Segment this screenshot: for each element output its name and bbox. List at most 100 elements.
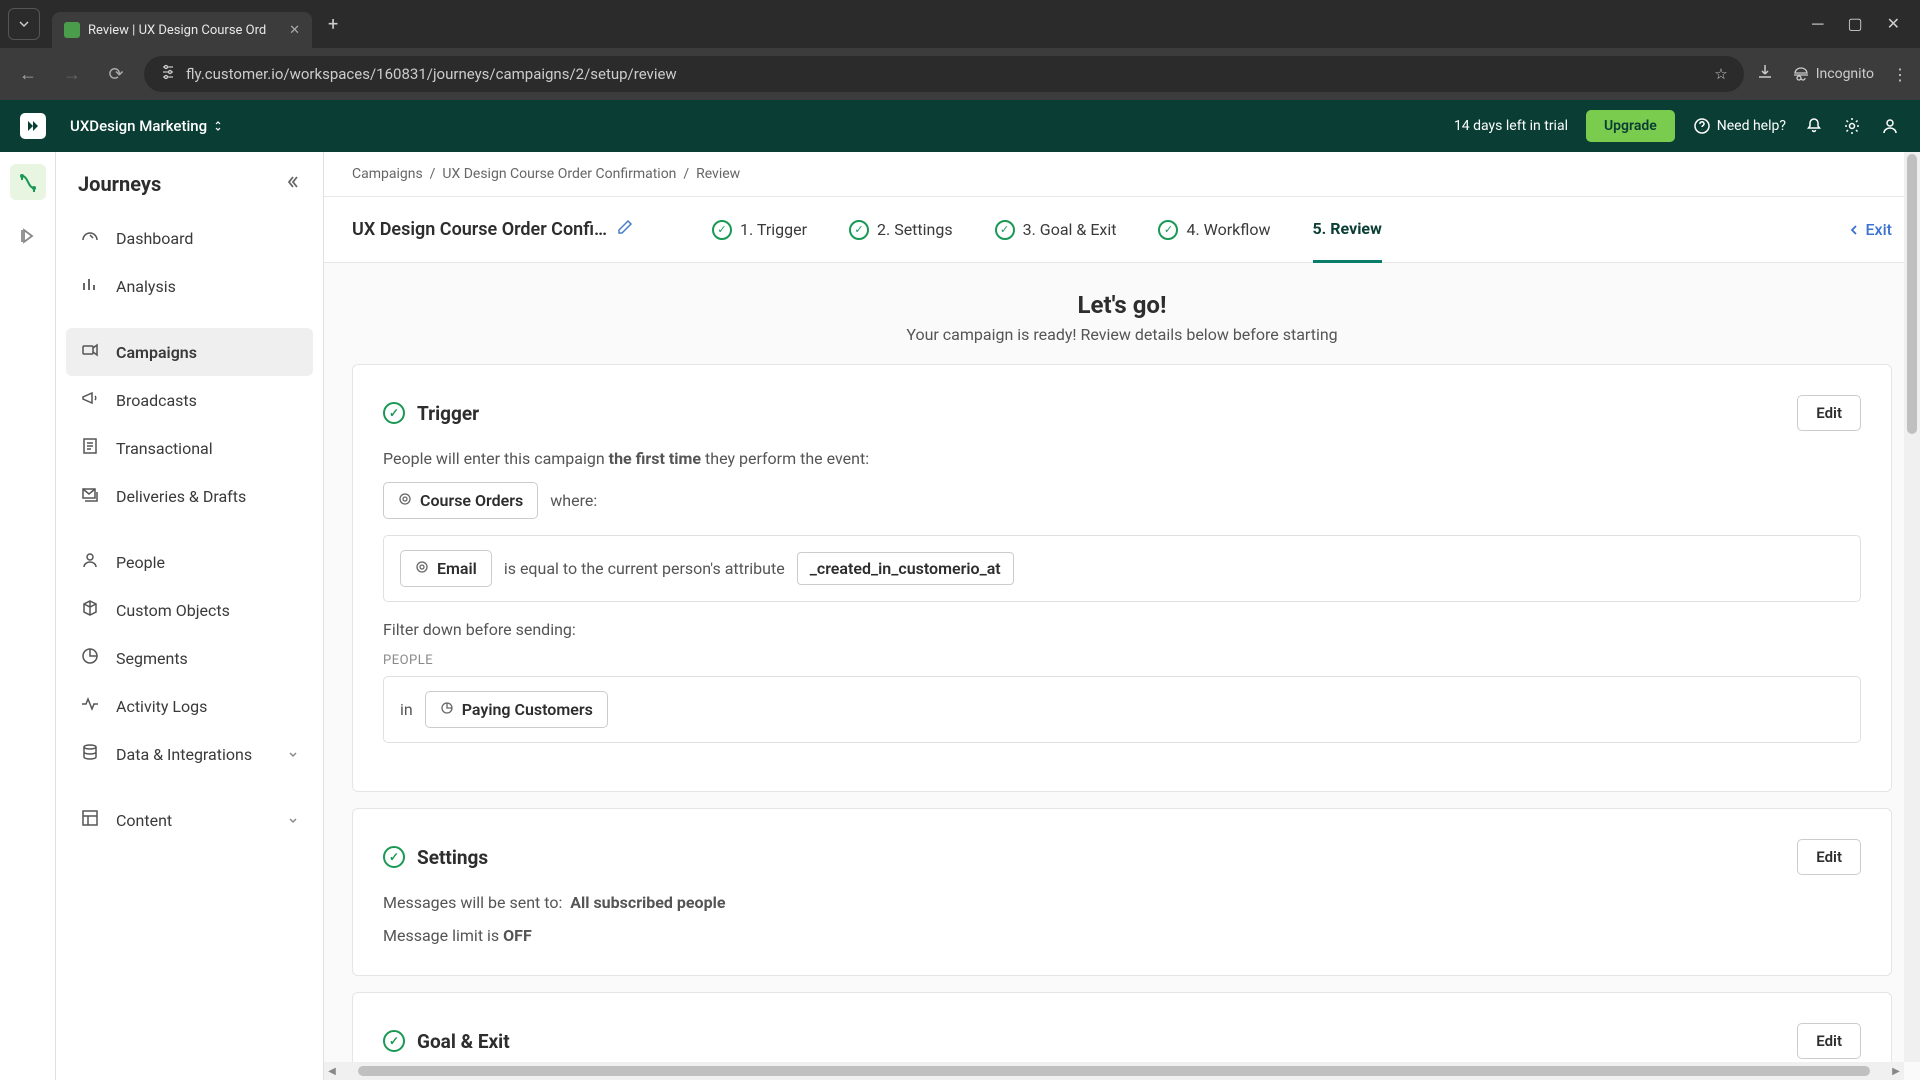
exit-label: Exit <box>1866 220 1893 239</box>
tab-search-dropdown[interactable] <box>8 8 40 40</box>
new-tab-button[interactable]: + <box>328 14 338 35</box>
step-review[interactable]: 5. Review <box>1313 197 1382 263</box>
trigger-description: People will enter this campaign the firs… <box>383 449 1861 468</box>
envelope-stack-icon <box>80 484 102 508</box>
profile-avatar-icon[interactable] <box>1880 116 1900 136</box>
database-icon <box>80 742 102 766</box>
rail-journeys-icon[interactable] <box>10 164 46 200</box>
settings-card: ✓ Settings Edit Messages will be sent to… <box>352 808 1892 976</box>
url-text: fly.customer.io/workspaces/160831/journe… <box>186 65 1704 83</box>
sidebar-item-data-integrations[interactable]: Data & Integrations <box>66 730 313 778</box>
sidebar-item-people[interactable]: People <box>66 538 313 586</box>
window-close-icon[interactable]: ✕ <box>1887 14 1900 34</box>
sidebar-collapse-icon[interactable] <box>283 173 301 195</box>
step-label: 5. Review <box>1313 219 1382 238</box>
hero-subtitle: Your campaign is ready! Review details b… <box>352 325 1892 344</box>
browser-toolbar: ← → ⟳ fly.customer.io/workspaces/160831/… <box>0 48 1920 100</box>
sidebar-item-content[interactable]: Content <box>66 796 313 844</box>
card-title-label: Trigger <box>417 402 479 425</box>
segment-icon <box>440 701 454 719</box>
sidebar-item-label: Data & Integrations <box>116 745 252 764</box>
attribute-chip-label: Email <box>437 559 477 578</box>
browser-menu-icon[interactable]: ⋮ <box>1892 65 1908 84</box>
segment-filter-box: in Paying Customers <box>383 676 1861 743</box>
pie-icon <box>80 646 102 670</box>
receipt-icon <box>80 436 102 460</box>
horizontal-scrollbar[interactable]: ◀ ▶ <box>324 1062 1904 1080</box>
rail-secondary-icon[interactable] <box>10 218 46 254</box>
sidebar-item-transactional[interactable]: Transactional <box>66 424 313 472</box>
browser-back-button[interactable]: ← <box>12 64 44 85</box>
site-settings-icon[interactable] <box>160 64 176 84</box>
sidebar-item-segments[interactable]: Segments <box>66 634 313 682</box>
check-circle-icon: ✓ <box>995 220 1015 240</box>
edit-goal-button[interactable]: Edit <box>1797 1023 1861 1059</box>
downloads-icon[interactable] <box>1756 63 1774 85</box>
trial-status: 14 days left in trial <box>1454 118 1568 134</box>
tab-title: Review | UX Design Course Ord <box>88 23 266 38</box>
sidebar-item-campaigns[interactable]: Campaigns <box>66 328 313 376</box>
condition-box: Email is equal to the current person's a… <box>383 535 1861 602</box>
browser-tab[interactable]: Review | UX Design Course Ord ✕ <box>52 12 312 48</box>
scroll-left-arrow[interactable]: ◀ <box>324 1066 340 1077</box>
workspace-switcher[interactable]: UXDesign Marketing <box>70 117 223 135</box>
app-logo[interactable] <box>20 113 46 139</box>
sidebar-item-broadcasts[interactable]: Broadcasts <box>66 376 313 424</box>
bars-icon <box>80 274 102 298</box>
tab-close-icon[interactable]: ✕ <box>289 23 300 38</box>
filter-label: Filter down before sending: <box>383 620 1861 639</box>
exit-link[interactable]: Exit <box>1848 220 1893 239</box>
pulse-icon <box>80 694 102 718</box>
bookmark-star-icon[interactable]: ☆ <box>1714 65 1727 83</box>
tab-favicon <box>64 22 80 38</box>
layout-icon <box>80 808 102 832</box>
campaign-title: UX Design Course Order Confi… <box>352 219 607 240</box>
edit-title-icon[interactable] <box>617 219 633 240</box>
target-icon <box>398 492 412 510</box>
edit-settings-button[interactable]: Edit <box>1797 839 1861 875</box>
person-icon <box>80 550 102 574</box>
settings-gear-icon[interactable] <box>1842 116 1862 136</box>
breadcrumb-campaigns[interactable]: Campaigns <box>352 166 423 182</box>
trigger-card: ✓ Trigger Edit People will enter this ca… <box>352 364 1892 792</box>
gauge-icon <box>80 226 102 250</box>
step-trigger[interactable]: ✓1. Trigger <box>712 197 807 263</box>
check-circle-icon: ✓ <box>383 1030 405 1052</box>
sidebar-item-label: Broadcasts <box>116 391 197 410</box>
check-circle-icon: ✓ <box>1158 220 1178 240</box>
sidebar-item-activity-logs[interactable]: Activity Logs <box>66 682 313 730</box>
app-header: UXDesign Marketing 14 days left in trial… <box>0 100 1920 152</box>
chevron-down-icon <box>287 811 299 830</box>
step-label: 1. Trigger <box>740 220 807 239</box>
help-link[interactable]: Need help? <box>1693 117 1786 135</box>
sidebar-item-deliveries[interactable]: Deliveries & Drafts <box>66 472 313 520</box>
browser-forward-button[interactable]: → <box>56 64 88 85</box>
sidebar-item-dashboard[interactable]: Dashboard <box>66 214 313 262</box>
segment-chip: Paying Customers <box>425 691 608 728</box>
step-settings[interactable]: ✓2. Settings <box>849 197 953 263</box>
sidebar-item-custom-objects[interactable]: Custom Objects <box>66 586 313 634</box>
breadcrumb-campaign-name[interactable]: UX Design Course Order Confirmation <box>442 166 676 182</box>
window-minimize-icon[interactable]: ─ <box>1812 14 1823 34</box>
step-goal-exit[interactable]: ✓3. Goal & Exit <box>995 197 1117 263</box>
sidebar-item-label: Custom Objects <box>116 601 230 620</box>
app-rail <box>0 152 56 1080</box>
address-bar[interactable]: fly.customer.io/workspaces/160831/journe… <box>144 56 1744 92</box>
incognito-indicator[interactable]: Incognito <box>1792 65 1874 83</box>
window-maximize-icon[interactable]: ▢ <box>1847 14 1862 34</box>
card-title-label: Settings <box>417 846 488 869</box>
upgrade-button[interactable]: Upgrade <box>1586 110 1675 142</box>
edit-trigger-button[interactable]: Edit <box>1797 395 1861 431</box>
check-circle-icon: ✓ <box>383 402 405 424</box>
scroll-right-arrow[interactable]: ▶ <box>1888 1066 1904 1077</box>
settings-limit: Message limit is OFF <box>383 926 1861 945</box>
notifications-icon[interactable] <box>1804 116 1824 136</box>
browser-reload-button[interactable]: ⟳ <box>100 64 132 85</box>
card-title-label: Goal & Exit <box>417 1030 510 1053</box>
cube-icon <box>80 598 102 622</box>
vertical-scrollbar[interactable] <box>1904 152 1920 1062</box>
step-workflow[interactable]: ✓4. Workflow <box>1158 197 1270 263</box>
sidebar-item-analysis[interactable]: Analysis <box>66 262 313 310</box>
where-label: where: <box>550 491 597 510</box>
segment-chip-label: Paying Customers <box>462 700 593 719</box>
